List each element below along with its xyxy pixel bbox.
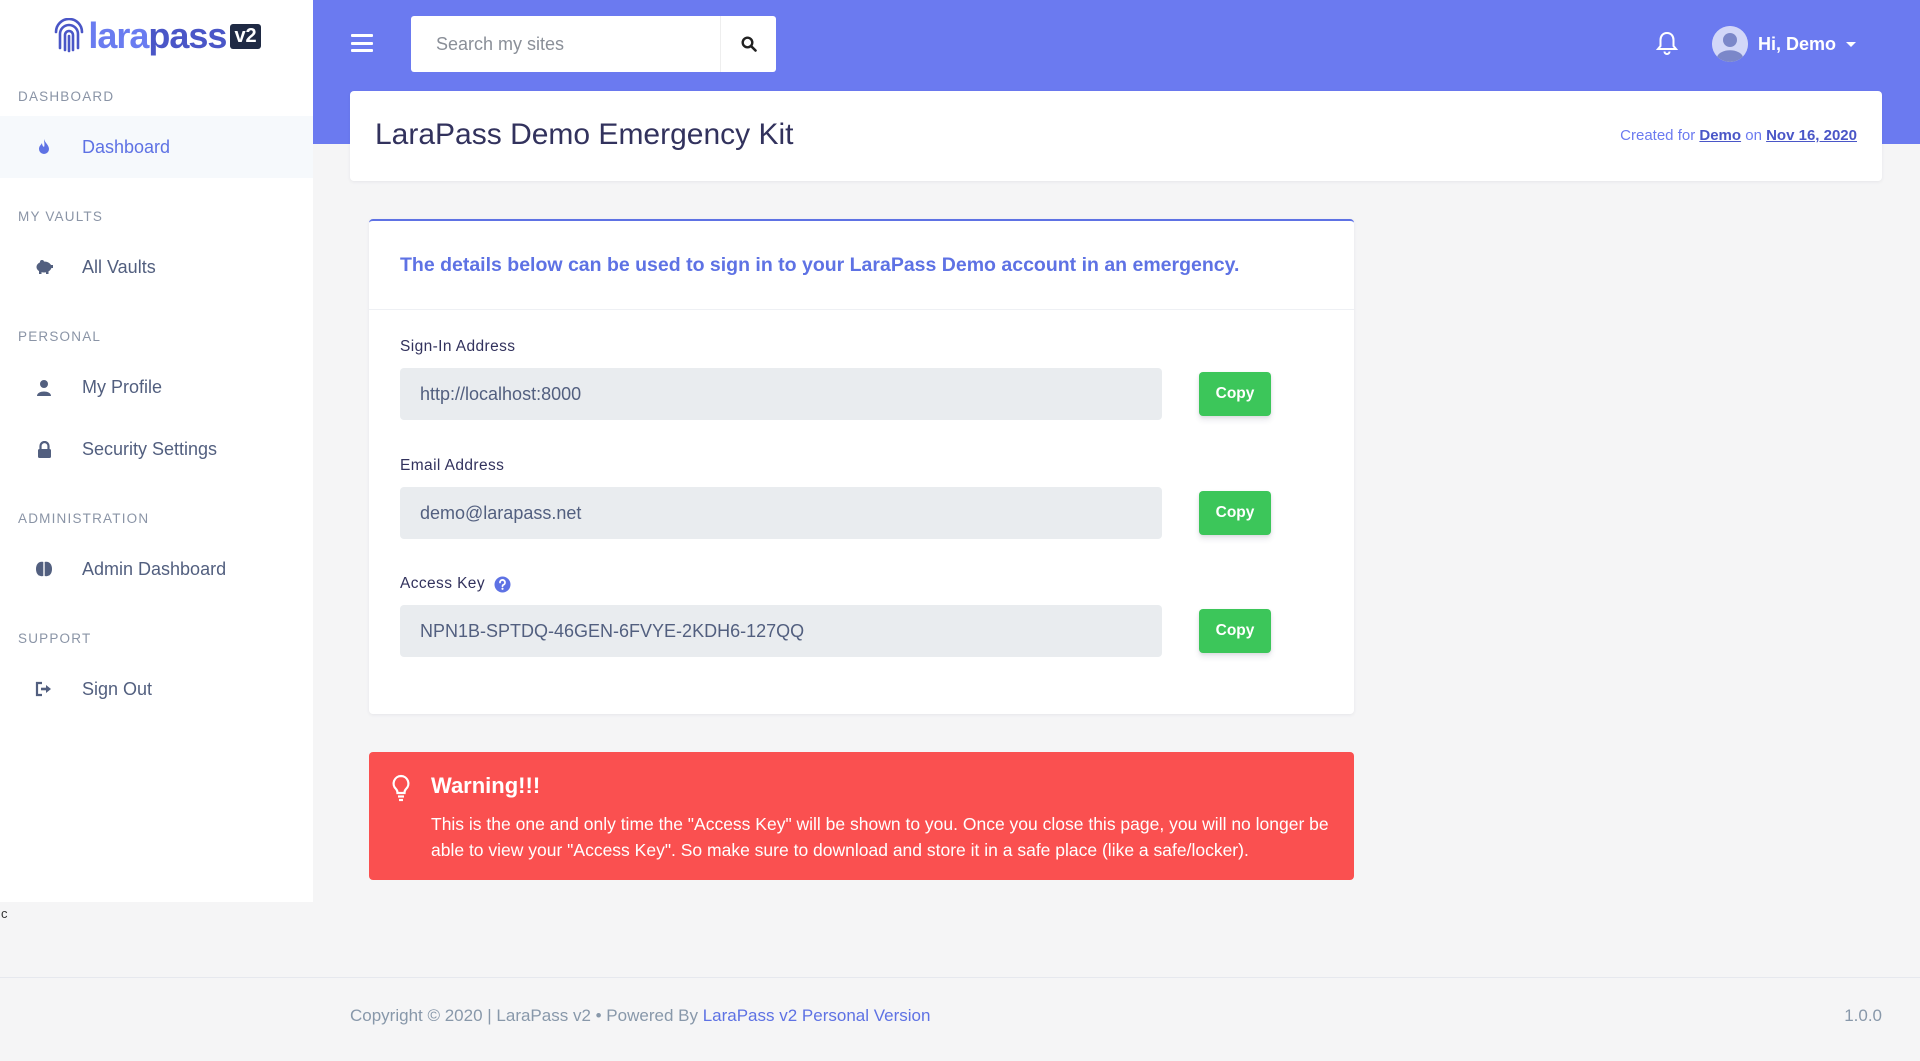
card-header-text: The details below can be used to sign in…	[400, 253, 1240, 276]
copy-email-address-button[interactable]: Copy	[1199, 491, 1271, 535]
app-version: 1.0.0	[1844, 1006, 1882, 1025]
search-input[interactable]	[411, 16, 720, 72]
page-title: LaraPass Demo Emergency Kit	[375, 118, 794, 151]
email-address-group: Email Address demo@larapass.net Copy	[400, 457, 1271, 539]
nav-section-dashboard: Dashboard Dashboard	[0, 78, 313, 178]
lock-icon	[34, 439, 54, 459]
emergency-kit-card: The details below can be used to sign in…	[369, 219, 1354, 714]
card-header: The details below can be used to sign in…	[369, 221, 1354, 310]
nav-section-personal: Personal My Profile Security Settings	[0, 318, 313, 480]
sidebar-item-all-vaults[interactable]: All Vaults	[0, 236, 313, 298]
access-key-field[interactable]: NPN1B-SPTDQ-46GEN-6FVYE-2KDH6-127QQ	[400, 605, 1162, 657]
field-label: Sign-In Address	[400, 338, 516, 355]
warning-alert: Warning!!! This is the one and only time…	[369, 752, 1354, 880]
nav-heading: Administration	[18, 511, 150, 526]
search-button[interactable]	[720, 16, 776, 72]
flame-icon	[34, 137, 54, 157]
nav-heading: My Vaults	[18, 209, 104, 224]
sidebar-item-label: My Profile	[82, 376, 163, 397]
chevron-down-icon	[1846, 41, 1857, 47]
search-form	[411, 16, 776, 72]
user-menu-dropdown[interactable]: Hi, Demo	[1712, 26, 1857, 62]
brand-logo[interactable]: larapass v2	[0, 0, 313, 78]
created-user-link[interactable]: Demo	[1699, 127, 1741, 144]
sidebar-item-label: Sign Out	[82, 678, 153, 699]
sign-in-address-field[interactable]: http://localhost:8000	[400, 368, 1162, 420]
sidebar-item-security-settings[interactable]: Security Settings	[0, 418, 313, 480]
sidebar-item-my-profile[interactable]: My Profile	[0, 356, 313, 418]
sidebar-item-label: Admin Dashboard	[82, 558, 227, 579]
copy-access-key-button[interactable]: Copy	[1199, 609, 1271, 653]
nav-heading: Support	[18, 631, 92, 646]
nav-heading: Dashboard	[18, 89, 115, 104]
created-for-info: Created for Demo on Nov 16, 2020	[1620, 127, 1857, 144]
email-address-field[interactable]: demo@larapass.net	[400, 487, 1162, 539]
created-date-link[interactable]: Nov 16, 2020	[1766, 127, 1857, 144]
copy-sign-in-address-button[interactable]: Copy	[1199, 372, 1271, 416]
nav-section-administration: Administration Admin Dashboard	[0, 500, 313, 600]
user-greeting: Hi, Demo	[1758, 33, 1837, 54]
footer: Copyright © 2020 | LaraPass v2 • Powered…	[0, 977, 1920, 1061]
brand-name: larapass	[88, 15, 227, 56]
search-icon	[740, 36, 757, 52]
sidebar-item-sign-out[interactable]: Sign Out	[0, 658, 313, 720]
nav-section-support: Support Sign Out	[0, 620, 313, 720]
user-icon	[34, 377, 54, 397]
field-label: Email Address	[400, 457, 505, 474]
sidebar-item-label: All Vaults	[82, 256, 156, 277]
warning-title: Warning!!!	[431, 773, 541, 798]
sign-in-address-group: Sign-In Address http://localhost:8000 Co…	[400, 338, 1271, 420]
sidebar: larapass v2 Dashboard Dashboard My Vault…	[0, 0, 313, 902]
sidebar-item-label: Security Settings	[82, 438, 218, 459]
help-circle-icon[interactable]	[494, 576, 511, 593]
sidebar-item-dashboard[interactable]: Dashboard	[0, 116, 313, 178]
notifications-bell-icon[interactable]	[1655, 30, 1679, 56]
fingerprint-icon	[55, 18, 84, 53]
piggy-bank-icon	[34, 257, 54, 277]
sidebar-item-label: Dashboard	[82, 136, 171, 157]
stray-text: c	[1, 906, 8, 921]
page-header-card: LaraPass Demo Emergency Kit Created for …	[350, 91, 1882, 181]
copyright: Copyright © 2020 | LaraPass v2 • Powered…	[350, 1006, 931, 1025]
warning-text: This is the one and only time the "Acces…	[431, 814, 1329, 860]
lightbulb-icon	[392, 774, 410, 802]
menu-toggle-icon[interactable]	[351, 34, 373, 52]
access-key-label-row: Access Key	[400, 575, 1271, 593]
access-key-group: Access Key NPN1B-SPTDQ-46GEN-6FVYE-2KDH6…	[400, 575, 1271, 657]
sign-out-icon	[34, 679, 54, 699]
nav-heading: Personal	[18, 329, 102, 344]
brand-version-badge: v2	[230, 23, 261, 49]
sidebar-item-admin-dashboard[interactable]: Admin Dashboard	[0, 538, 313, 600]
avatar	[1712, 26, 1748, 62]
brain-icon	[34, 559, 54, 579]
field-label: Access Key	[400, 575, 485, 592]
nav-section-my-vaults: My Vaults All Vaults	[0, 198, 313, 298]
powered-by-link[interactable]: LaraPass v2 Personal Version	[703, 1006, 931, 1025]
